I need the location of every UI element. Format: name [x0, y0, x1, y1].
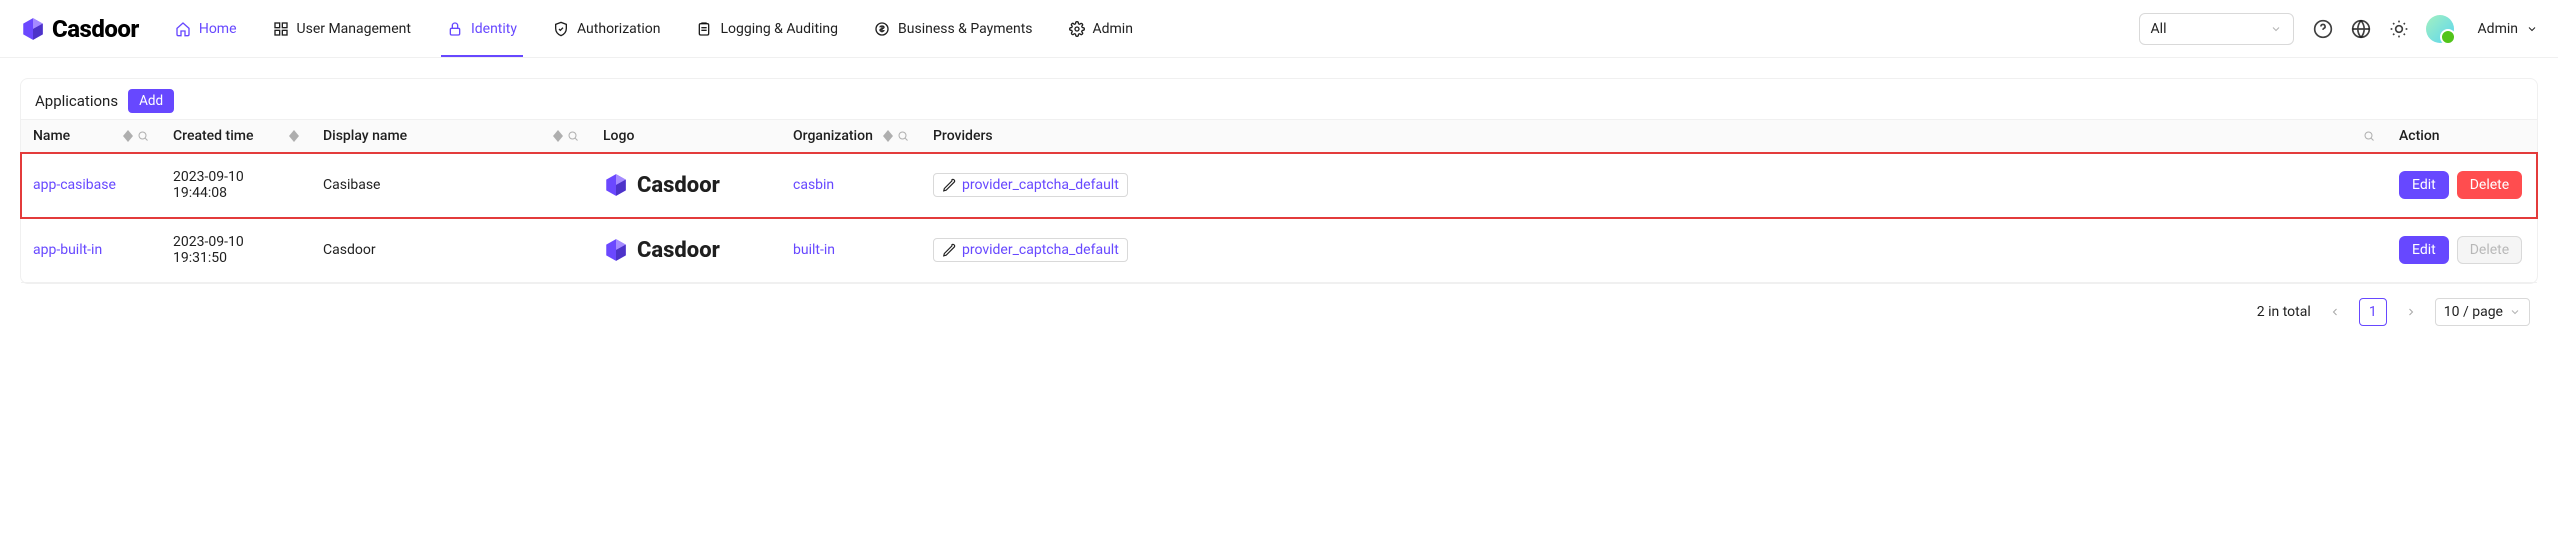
- nav-user-management[interactable]: User Management: [255, 0, 429, 57]
- brand-text: Casdoor: [52, 15, 139, 43]
- pagination-page-size[interactable]: 10 / page: [2435, 298, 2530, 326]
- display-name: Casdoor: [323, 242, 376, 258]
- col-org: Organization: [793, 128, 873, 144]
- language-button[interactable]: [2350, 18, 2372, 40]
- nav-admin-label: Admin: [1093, 21, 1133, 37]
- main-nav: Home User Management Identity Authorizat…: [157, 0, 1151, 57]
- pencil-icon: [942, 243, 956, 257]
- edit-button[interactable]: Edit: [2399, 236, 2449, 264]
- card-title: Applications: [35, 92, 118, 110]
- nav-admin[interactable]: Admin: [1051, 0, 1151, 57]
- applications-table: Name: [21, 119, 2537, 283]
- org-link[interactable]: built-in: [793, 242, 835, 258]
- delete-button[interactable]: Delete: [2457, 171, 2522, 199]
- applications-card: Applications Add Name: [20, 78, 2538, 284]
- logo-cell: Casdoor: [603, 172, 769, 198]
- theme-button[interactable]: [2388, 18, 2410, 40]
- org-link[interactable]: casbin: [793, 177, 834, 193]
- dollar-icon: [874, 21, 890, 37]
- home-icon: [175, 21, 191, 37]
- help-button[interactable]: [2312, 18, 2334, 40]
- nav-business[interactable]: Business & Payments: [856, 0, 1050, 57]
- chevron-down-icon: [2526, 23, 2538, 35]
- created-time: 2023-09-10 19:44:08: [173, 169, 244, 201]
- nav-user-management-label: User Management: [297, 21, 411, 37]
- sun-icon: [2389, 19, 2409, 39]
- provider-tag: provider_captcha_default: [933, 173, 1128, 197]
- table-row: app-built-in 2023-09-10 19:31:50 Casdoor Ca…: [21, 218, 2537, 283]
- pagination-page-current[interactable]: 1: [2359, 298, 2387, 326]
- nav-identity-label: Identity: [471, 21, 517, 37]
- col-name: Name: [33, 128, 70, 144]
- app-logo-icon: [603, 237, 629, 263]
- filter-icon[interactable]: [2363, 130, 2375, 142]
- nav-business-label: Business & Payments: [898, 21, 1032, 37]
- display-name: Casibase: [323, 177, 380, 193]
- org-select[interactable]: All: [2139, 13, 2294, 45]
- chevron-down-icon: [2509, 306, 2521, 318]
- user-name: Admin: [2478, 21, 2518, 37]
- globe-icon: [2351, 19, 2371, 39]
- nav-logging[interactable]: Logging & Auditing: [678, 0, 856, 57]
- app-logo-text: Casdoor: [637, 173, 720, 198]
- pagination-total: 2 in total: [2257, 304, 2311, 320]
- add-button[interactable]: Add: [128, 89, 174, 113]
- shield-check-icon: [553, 21, 569, 37]
- avatar[interactable]: [2426, 15, 2454, 43]
- col-providers: Providers: [933, 128, 993, 144]
- pagination: 2 in total 1 10 / page: [20, 284, 2538, 330]
- help-icon: [2313, 19, 2333, 39]
- lock-icon: [447, 21, 463, 37]
- nav-authorization[interactable]: Authorization: [535, 0, 678, 57]
- nav-home-label: Home: [199, 21, 237, 37]
- app-name-link[interactable]: app-built-in: [33, 242, 102, 258]
- pencil-icon: [942, 178, 956, 192]
- pagination-prev[interactable]: [2321, 298, 2349, 326]
- delete-button-disabled: Delete: [2457, 236, 2522, 264]
- filter-icon[interactable]: [567, 130, 579, 142]
- nav-identity[interactable]: Identity: [429, 0, 535, 57]
- filter-icon[interactable]: [137, 130, 149, 142]
- sort-icon[interactable]: [883, 130, 893, 142]
- col-action: Action: [2399, 128, 2440, 144]
- grid-icon: [273, 21, 289, 37]
- table-header-row: Name: [21, 120, 2537, 153]
- top-nav: Casdoor Home User Management Identity Au…: [0, 0, 2558, 58]
- gear-icon: [1069, 21, 1085, 37]
- sort-icon[interactable]: [123, 130, 133, 142]
- col-logo: Logo: [603, 128, 634, 144]
- nav-home[interactable]: Home: [157, 0, 255, 57]
- provider-link[interactable]: provider_captcha_default: [962, 242, 1119, 258]
- sort-icon[interactable]: [289, 130, 299, 142]
- table-row: app-casibase 2023-09-10 19:44:08 Casibase C…: [21, 153, 2537, 218]
- sort-icon[interactable]: [553, 130, 563, 142]
- logo-cell: Casdoor: [603, 237, 769, 263]
- brand-cube-icon: [20, 16, 46, 42]
- provider-link[interactable]: provider_captcha_default: [962, 177, 1119, 193]
- provider-tag: provider_captcha_default: [933, 238, 1128, 262]
- created-time: 2023-09-10 19:31:50: [173, 234, 244, 266]
- card-header: Applications Add: [21, 79, 2537, 119]
- app-logo-icon: [603, 172, 629, 198]
- brand-logo[interactable]: Casdoor: [20, 15, 139, 43]
- nav-authorization-label: Authorization: [577, 21, 660, 37]
- page-size-value: 10 / page: [2444, 304, 2503, 320]
- edit-button[interactable]: Edit: [2399, 171, 2449, 199]
- nav-logging-label: Logging & Auditing: [720, 21, 838, 37]
- col-created: Created time: [173, 128, 253, 144]
- pagination-next[interactable]: [2397, 298, 2425, 326]
- content: Applications Add Name: [0, 58, 2558, 350]
- user-dropdown[interactable]: Admin: [2478, 21, 2538, 37]
- chevron-down-icon: [2270, 23, 2282, 35]
- filter-icon[interactable]: [897, 130, 909, 142]
- col-display: Display name: [323, 128, 407, 144]
- clipboard-icon: [696, 21, 712, 37]
- topbar-utilities: Admin: [2312, 15, 2538, 43]
- app-logo-text: Casdoor: [637, 238, 720, 263]
- org-select-value: All: [2151, 21, 2167, 37]
- app-name-link[interactable]: app-casibase: [33, 177, 116, 193]
